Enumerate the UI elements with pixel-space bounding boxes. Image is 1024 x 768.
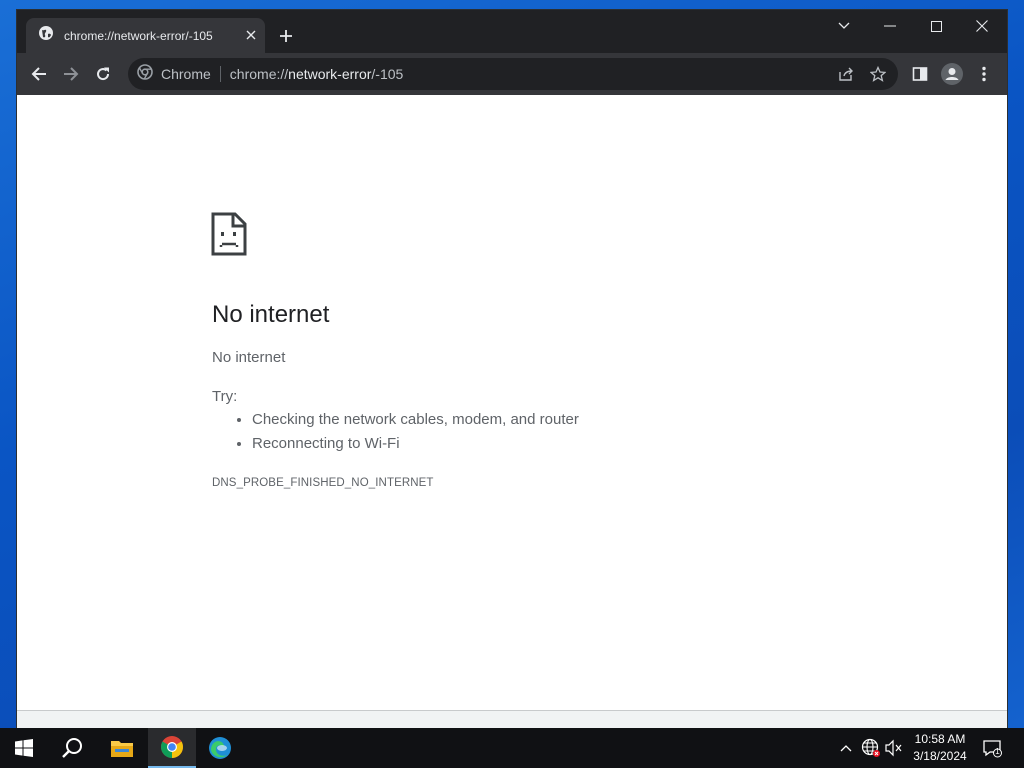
network-globe-icon[interactable] <box>861 738 881 758</box>
browser-window: chrome://network-error/-105 Chrome chrom… <box>17 10 1007 730</box>
chrome-logo-icon <box>137 63 153 85</box>
windows-start-icon[interactable] <box>0 728 48 768</box>
notification-center-icon[interactable]: 1 <box>982 738 1002 758</box>
profile-icon[interactable] <box>940 62 964 86</box>
omnibox-divider <box>219 66 221 82</box>
title-bar: chrome://network-error/-105 <box>17 10 1007 53</box>
tab-search-icon[interactable] <box>821 10 867 42</box>
clock-date: 3/18/2024 <box>913 749 967 763</box>
search-icon[interactable] <box>48 728 96 768</box>
address-bar[interactable]: Chrome chrome://network-error/-105 <box>128 58 898 90</box>
minimize-icon[interactable] <box>867 10 913 42</box>
edge-icon[interactable] <box>196 728 244 768</box>
side-panel-icon[interactable] <box>908 62 932 86</box>
system-clock[interactable]: 10:58 AM 3/18/2024 <box>906 731 974 765</box>
url-text[interactable]: chrome://network-error/-105 <box>230 66 404 82</box>
try-label: Try: <box>212 388 238 405</box>
error-title: No internet <box>212 301 330 328</box>
chrome-icon[interactable] <box>148 728 196 768</box>
clock-time: 10:58 AM <box>914 732 966 746</box>
url-path: /-105 <box>371 66 404 82</box>
notification-count: 1 <box>995 747 1000 756</box>
bookmark-star-icon[interactable] <box>869 65 887 83</box>
share-icon[interactable] <box>837 65 855 83</box>
tab-title: chrome://network-error/-105 <box>64 28 213 43</box>
omnibox-chip-label: Chrome <box>161 66 211 82</box>
browser-tab[interactable]: chrome://network-error/-105 <box>26 18 265 53</box>
chevron-up-icon[interactable] <box>836 738 856 758</box>
menu-icon[interactable] <box>972 62 996 86</box>
back-icon[interactable] <box>27 62 51 86</box>
suggestion-item: Reconnecting to Wi-Fi <box>252 435 579 453</box>
close-window-icon[interactable] <box>959 10 1005 42</box>
error-code: DNS_PROBE_FINISHED_NO_INTERNET <box>212 477 434 489</box>
forward-icon[interactable] <box>59 62 83 86</box>
suggestion-item: Checking the network cables, modem, and … <box>252 411 579 429</box>
taskbar: 10:58 AM 3/18/2024 1 <box>0 728 1024 768</box>
globe-icon <box>38 25 54 46</box>
error-subtitle: No internet <box>212 349 286 366</box>
bottom-strip <box>17 710 1007 730</box>
browser-toolbar: Chrome chrome://network-error/-105 <box>17 53 1007 95</box>
tab-close-icon[interactable] <box>243 27 259 43</box>
suggestion-list: Checking the network cables, modem, and … <box>252 411 579 459</box>
url-host: network-error <box>288 66 372 82</box>
page-content: No internet No internet Try: Checking th… <box>17 95 1007 710</box>
url-prefix: chrome:// <box>229 66 289 82</box>
volume-muted-icon[interactable] <box>884 738 904 758</box>
reload-icon[interactable] <box>91 62 115 86</box>
maximize-icon[interactable] <box>913 10 959 42</box>
new-tab-button[interactable] <box>275 25 297 47</box>
file-explorer-icon[interactable] <box>98 728 146 768</box>
